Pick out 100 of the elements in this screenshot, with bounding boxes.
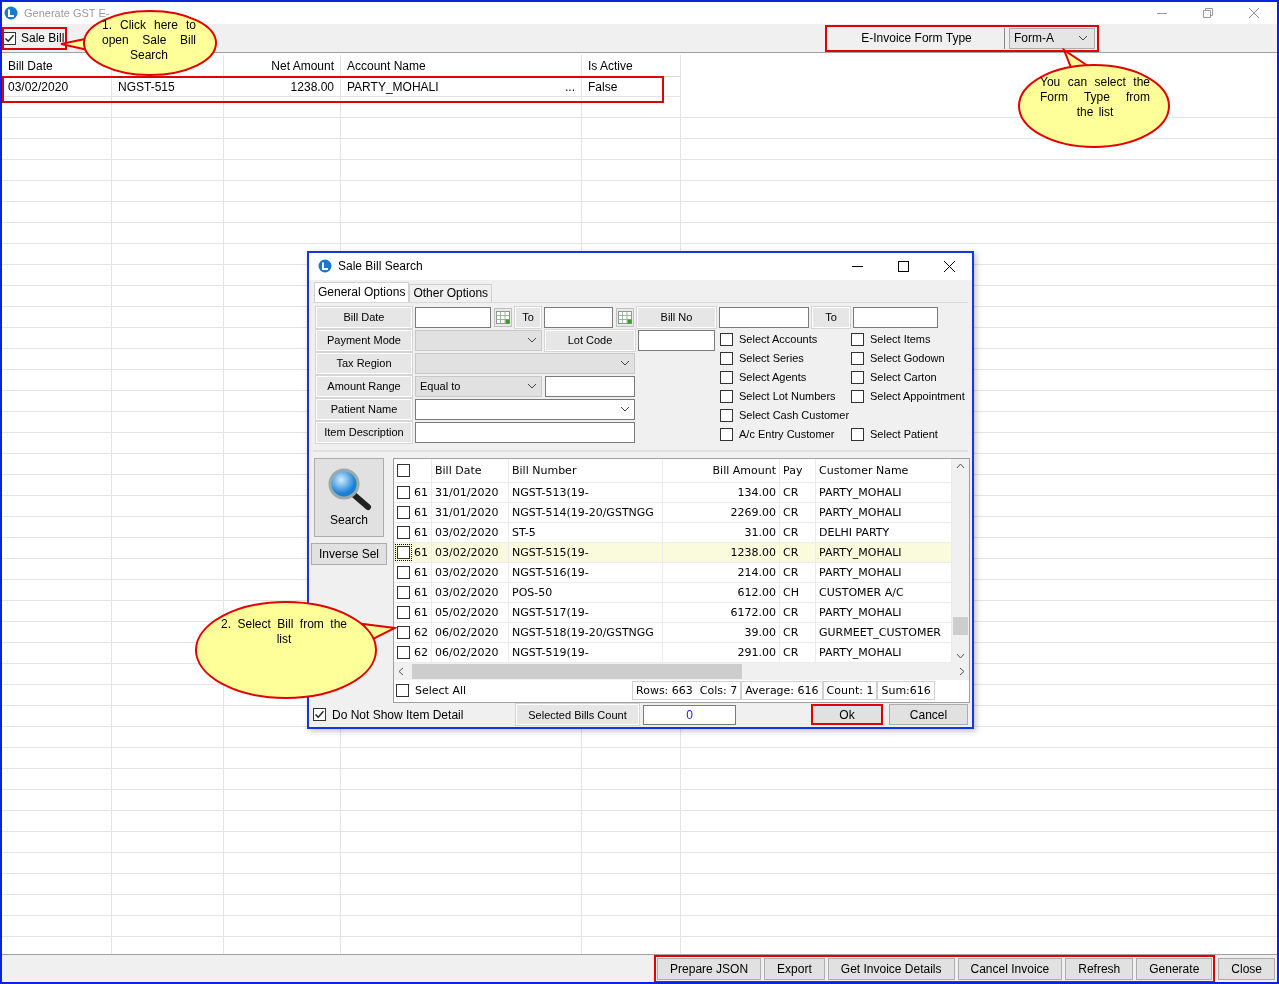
row-checkbox[interactable] — [397, 645, 410, 659]
vertical-scrollbar[interactable] — [952, 458, 969, 663]
column-header[interactable]: Bill Date — [432, 458, 509, 482]
column-header[interactable]: Account Name — [341, 55, 582, 76]
table-cell: ST-5 — [509, 522, 663, 542]
checkbox[interactable] — [397, 463, 410, 477]
close-button[interactable]: Close — [1218, 957, 1275, 980]
footer-button[interactable]: Get Invoice Details — [827, 957, 955, 980]
checkbox[interactable] — [720, 351, 733, 365]
dropdown-field[interactable]: Equal to — [415, 375, 542, 397]
input-field[interactable] — [545, 375, 635, 397]
option-checkbox[interactable]: Select Series — [720, 348, 851, 368]
checkbox[interactable] — [720, 427, 733, 441]
select-all-checkbox[interactable]: Select All — [396, 681, 632, 701]
checkbox[interactable] — [3, 31, 16, 45]
scrollbar-thumb[interactable] — [412, 663, 742, 679]
column-header[interactable]: Bill Amount — [663, 458, 780, 482]
option-checkbox[interactable]: Select Items — [851, 329, 972, 349]
form-type-dropdown[interactable]: Form-A — [1009, 27, 1095, 49]
input-field[interactable] — [719, 306, 809, 328]
footer-button[interactable]: Prepare JSON — [657, 957, 762, 980]
column-header[interactable]: Bill Number — [509, 458, 663, 482]
column-header[interactable]: Pay — [780, 458, 816, 482]
grid-row[interactable]: 62 06/02/2020 NGST-518(19-20/GSTNGG 39.00 CR GURMEET_CUSTOMER — [394, 622, 952, 643]
checkbox[interactable] — [720, 389, 733, 403]
checkbox[interactable] — [720, 332, 733, 346]
minimize-icon — [851, 265, 863, 267]
status-cell: Count: 1 — [822, 681, 878, 701]
table-cell: NGST-515(19- — [509, 542, 663, 562]
checkbox[interactable] — [851, 427, 864, 441]
option-checkbox[interactable]: Select Lot Numbers — [720, 386, 851, 406]
grid-row[interactable]: 61 03/02/2020 NGST-516(19- 214.00 CR PARTY_MOHALI — [394, 562, 952, 583]
option-checkbox[interactable]: Select Appointment — [851, 386, 972, 406]
count-field[interactable]: 0 — [643, 704, 736, 725]
ok-button[interactable]: Ok — [811, 704, 883, 726]
checkbox[interactable] — [851, 351, 864, 365]
table-cell: 03/02/2020 — [432, 542, 509, 562]
table-cell: CR — [780, 502, 816, 522]
row-checkbox[interactable] — [397, 505, 410, 519]
scroll-right-icon — [959, 666, 965, 676]
option-checkbox[interactable]: Select Patient — [851, 424, 972, 444]
window-title: Generate GST E- — [24, 7, 110, 19]
grid-row[interactable]: 61 31/01/2020 NGST-514(19-20/GSTNGG 2269.00 CR PARTY_MOHALI — [394, 502, 952, 523]
column-header[interactable]: Net Amount — [224, 55, 341, 76]
calendar-button[interactable] — [616, 307, 634, 327]
footer-button[interactable]: Generate — [1136, 957, 1213, 980]
dropdown-field[interactable] — [415, 352, 635, 374]
input-field[interactable] — [415, 421, 635, 443]
maximize-icon — [897, 260, 909, 272]
table-cell: POS-50 — [509, 582, 663, 602]
checkbox[interactable] — [396, 684, 409, 698]
table-cell: 1238.00 — [224, 77, 341, 96]
input-field[interactable] — [638, 329, 715, 351]
search-button[interactable]: Search — [314, 457, 384, 537]
grid-row[interactable]: 61 05/02/2020 NGST-517(19- 6172.00 CR PARTY_MOHALI — [394, 602, 952, 623]
table-cell: 31/01/2020 — [432, 482, 509, 502]
checkbox[interactable] — [851, 389, 864, 403]
inverse-selection-button[interactable]: Inverse Sel — [311, 542, 387, 565]
column-header[interactable]: Is Active — [582, 55, 681, 76]
footer-button[interactable]: Refresh — [1065, 957, 1134, 980]
option-checkbox[interactable]: A/c Entry Customer — [720, 424, 851, 444]
input-field[interactable] — [853, 306, 938, 328]
checkbox[interactable] — [851, 370, 864, 384]
checkbox[interactable] — [851, 332, 864, 346]
grid-row[interactable]: 61 03/02/2020 ST-5 31.00 CR DELHI PARTY — [394, 522, 952, 543]
row-checkbox[interactable] — [397, 585, 410, 599]
item-detail-checkbox[interactable]: Do Not Show Item Detail — [313, 705, 516, 725]
grid-row[interactable]: 61 03/02/2020 POS-50 612.00 CH CUSTOMER A/C — [394, 582, 952, 603]
dropdown-field[interactable] — [415, 398, 635, 420]
table-cell: 06/02/2020 — [432, 622, 509, 642]
option-checkbox[interactable]: Select Accounts — [720, 329, 851, 349]
table-cell: 1238.00 — [663, 542, 780, 562]
date-field[interactable] — [415, 306, 491, 328]
row-checkbox[interactable] — [397, 605, 410, 619]
row-checkbox[interactable] — [397, 525, 410, 539]
option-checkbox[interactable]: Select Godown — [851, 348, 972, 368]
row-checkbox[interactable] — [397, 565, 410, 579]
date-field[interactable] — [544, 306, 613, 328]
row-checkbox[interactable] — [397, 545, 410, 559]
table-cell: 03/02/2020 — [432, 522, 509, 542]
option-checkbox[interactable]: Select Cash Customer — [720, 405, 851, 425]
option-checkbox[interactable]: Select Agents — [720, 367, 851, 387]
cancel-button[interactable]: Cancel — [889, 704, 968, 726]
tab[interactable]: General Options — [314, 281, 410, 302]
checkbox[interactable] — [720, 370, 733, 384]
checkbox[interactable] — [313, 708, 326, 722]
row-checkbox[interactable] — [397, 485, 410, 499]
calendar-button[interactable] — [494, 307, 512, 327]
option-checkbox[interactable]: Select Carton — [851, 367, 972, 387]
grid-row[interactable]: 61 31/01/2020 NGST-513(19- 134.00 CR PARTY_MOHALI — [394, 482, 952, 503]
row-checkbox[interactable] — [397, 625, 410, 639]
scrollbar-thumb[interactable] — [953, 616, 968, 635]
tab[interactable]: Other Options — [409, 283, 493, 302]
footer-button[interactable]: Export — [764, 957, 825, 980]
grid-row[interactable]: 62 06/02/2020 NGST-519(19- 291.00 CR PARTY_MOHALI — [394, 642, 952, 663]
dropdown-field[interactable] — [415, 329, 542, 351]
checkbox[interactable] — [720, 408, 733, 422]
footer-button[interactable]: Cancel Invoice — [957, 957, 1063, 980]
sale-bill-checkbox[interactable]: Sale Bill — [2, 26, 68, 50]
grid-row[interactable]: 61 03/02/2020 NGST-515(19- 1238.00 CR PARTY_MOHALI — [394, 542, 952, 563]
